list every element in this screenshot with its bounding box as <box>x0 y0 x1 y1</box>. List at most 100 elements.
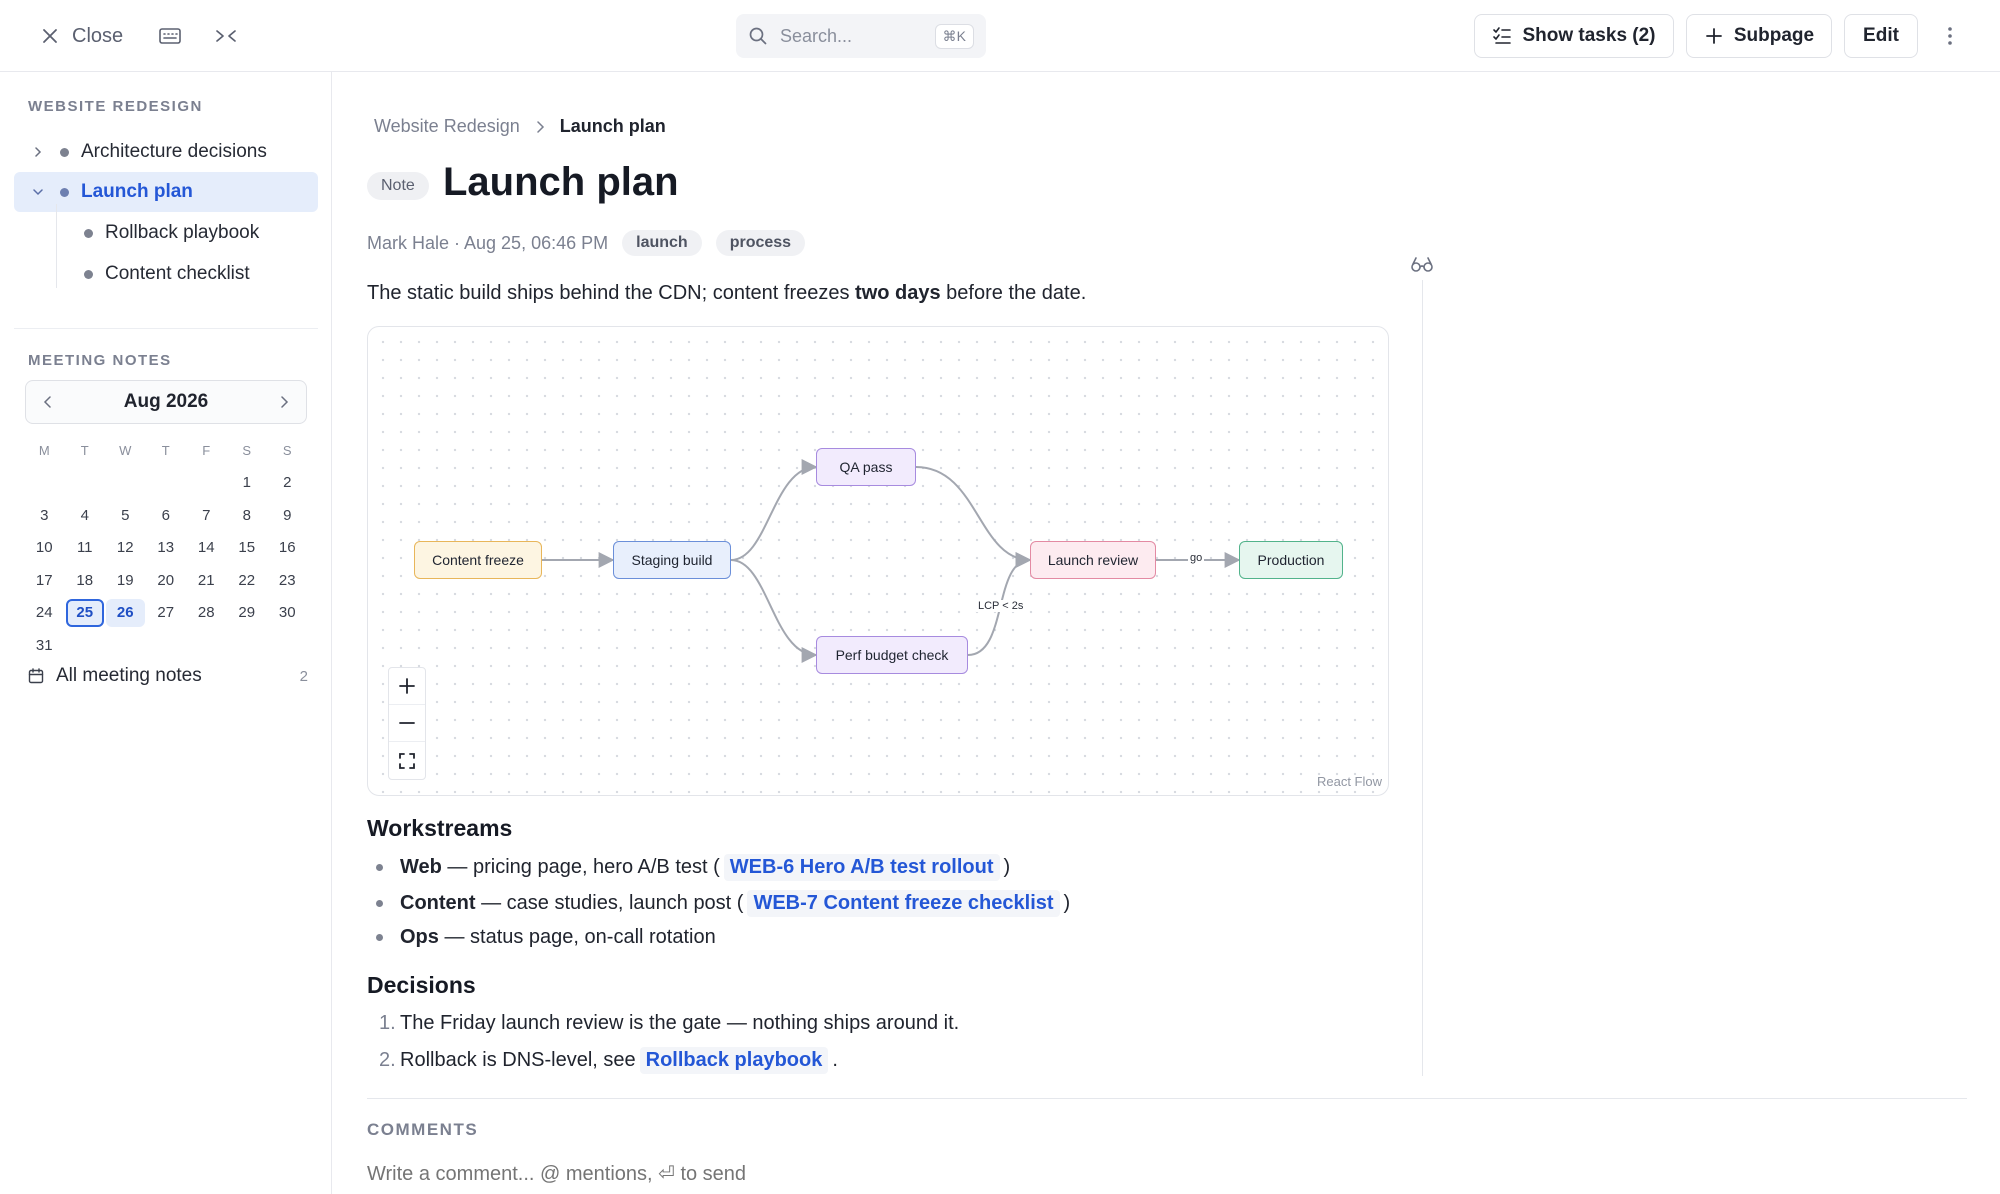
chevron-left-icon <box>43 396 51 408</box>
calendar-day[interactable]: 29 <box>228 599 267 628</box>
node-content-freeze[interactable]: Content freeze <box>414 541 542 579</box>
collapse-icon <box>216 30 236 42</box>
link-web-7[interactable]: WEB-7 Content freeze checklist <box>747 890 1060 917</box>
calendar-day[interactable]: 20 <box>147 566 186 595</box>
calendar-day[interactable]: 28 <box>187 599 226 628</box>
list-item-close: ) <box>1063 892 1071 914</box>
reading-glasses-icon[interactable] <box>1410 254 1434 274</box>
calendar-day[interactable]: 19 <box>106 566 145 595</box>
sidebar-item-architecture-decisions[interactable]: Architecture decisions <box>14 132 318 172</box>
note-type-badge: Note <box>367 172 429 200</box>
breadcrumb: Website Redesign Launch plan <box>374 116 666 137</box>
calendar-empty-cell <box>187 469 226 498</box>
edge-qa-review <box>915 466 1032 568</box>
flow-diagram[interactable]: Content freeze Staging build QA pass Per… <box>367 326 1389 796</box>
calendar-day[interactable]: 25 <box>65 598 104 627</box>
comments-divider <box>367 1098 1967 1099</box>
sidebar-item-content-checklist[interactable]: Content checklist <box>14 254 318 294</box>
search-box[interactable]: Search... ⌘K <box>736 14 986 58</box>
search-placeholder: Search... <box>780 25 853 46</box>
all-meeting-notes-link[interactable]: All meeting notes 2 <box>28 660 308 692</box>
calendar-day[interactable]: 5 <box>106 501 145 530</box>
tag-launch[interactable]: launch <box>622 230 702 256</box>
add-subpage-button[interactable]: Subpage <box>1686 14 1832 58</box>
task-list-icon <box>1493 27 1512 44</box>
node-production[interactable]: Production <box>1239 541 1343 579</box>
calendar-day[interactable]: 7 <box>187 501 226 530</box>
calendar-day[interactable]: 11 <box>66 534 105 563</box>
close-button[interactable]: Close <box>40 20 123 52</box>
node-qa-pass[interactable]: QA pass <box>816 448 916 486</box>
fit-view-icon <box>399 752 415 769</box>
intro-bold: two days <box>855 282 941 304</box>
comment-input[interactable] <box>367 1163 1167 1186</box>
link-web-6[interactable]: WEB-6 Hero A/B test rollout <box>723 854 1000 881</box>
more-vertical-icon <box>1948 27 1952 45</box>
node-staging-build[interactable]: Staging build <box>613 541 731 579</box>
calendar-day[interactable]: 8 <box>228 501 267 530</box>
calendar-day[interactable]: 16 <box>268 534 307 563</box>
calendar-day[interactable]: 3 <box>25 501 64 530</box>
intro-text: The static build ships behind the CDN; c… <box>367 282 856 304</box>
breadcrumb-parent[interactable]: Website Redesign <box>374 116 520 137</box>
sidebar-item-rollback-playbook[interactable]: Rollback playbook <box>14 213 318 253</box>
weekday-label: T <box>161 442 170 458</box>
list-item-text: Rollback is DNS-level, see <box>400 1049 636 1071</box>
calendar-day[interactable]: 24 <box>25 599 64 628</box>
sidebar-item-launch-plan[interactable]: Launch plan <box>14 172 318 212</box>
zoom-out-button[interactable] <box>389 705 425 742</box>
list-item-text: — case studies, launch post ( <box>475 892 744 914</box>
calendar-day[interactable]: 22 <box>228 566 267 595</box>
calendar-icon <box>28 668 44 684</box>
bullet-icon <box>367 900 400 907</box>
weekday-label: M <box>38 442 50 458</box>
chevron-down-icon[interactable] <box>26 180 50 204</box>
keyboard-shortcuts-button[interactable] <box>156 22 184 50</box>
more-options-button[interactable] <box>1936 22 1964 50</box>
page-dot-icon <box>60 147 69 157</box>
calendar-day[interactable]: 18 <box>66 566 105 595</box>
all-notes-count: 2 <box>299 667 308 685</box>
edit-button[interactable]: Edit <box>1844 14 1918 58</box>
calendar-day[interactable]: 21 <box>187 566 226 595</box>
calendar-day[interactable]: 9 <box>268 501 307 530</box>
edge-label-go: go <box>1188 552 1205 564</box>
calendar-day[interactable]: 4 <box>66 501 105 530</box>
calendar-day[interactable]: 27 <box>147 599 186 628</box>
weekday-label: S <box>242 442 252 458</box>
chevron-right-icon[interactable] <box>26 140 50 164</box>
calendar-day[interactable]: 23 <box>268 566 307 595</box>
prev-month-button[interactable] <box>36 390 60 414</box>
calendar-grid: M T W T F S S 1 2 3 4 5 6 7 8 9 10 11 12 13 14 15 16 17 18 19 20 21… <box>24 434 314 662</box>
calendar-day[interactable]: 10 <box>25 534 64 563</box>
list-item-bold: Web <box>400 856 442 878</box>
calendar-day[interactable]: 14 <box>187 534 226 563</box>
show-tasks-button[interactable]: Show tasks (2) <box>1474 14 1674 58</box>
zoom-in-button[interactable] <box>389 668 425 705</box>
calendar-day[interactable]: 6 <box>147 501 186 530</box>
tag-process[interactable]: process <box>715 230 806 256</box>
workstreams-heading: Workstreams <box>367 815 513 841</box>
node-launch-review[interactable]: Launch review <box>1030 541 1156 579</box>
calendar-day[interactable]: 1 <box>228 469 267 498</box>
calendar-day[interactable]: 30 <box>268 599 307 628</box>
calendar-day[interactable]: 26 <box>106 598 145 627</box>
calendar-day[interactable]: 17 <box>25 566 64 595</box>
node-perf-budget-check[interactable]: Perf budget check <box>816 636 968 674</box>
sidebar-divider <box>14 328 318 329</box>
close-label: Close <box>72 24 124 47</box>
flow-attribution[interactable]: React Flow <box>1317 774 1382 789</box>
calendar-day[interactable]: 31 <box>25 631 64 660</box>
calendar-day[interactable]: 2 <box>268 469 307 498</box>
list-item-text: — status page, on-call rotation <box>438 926 716 948</box>
meeting-notes-title: MEETING NOTES <box>28 352 172 369</box>
list-item: 2. Rollback is DNS-level, see Rollback pl… <box>367 1047 838 1074</box>
top-bar: Close Search... ⌘K Show tasks (2) Subpag… <box>0 0 2000 72</box>
calendar-day[interactable]: 15 <box>228 534 267 563</box>
link-rollback-playbook[interactable]: Rollback playbook <box>639 1047 829 1074</box>
next-month-button[interactable] <box>272 390 296 414</box>
calendar-day[interactable]: 13 <box>147 534 186 563</box>
collapse-sidebar-button[interactable] <box>212 22 240 50</box>
fit-view-button[interactable] <box>389 742 425 779</box>
calendar-day[interactable]: 12 <box>106 534 145 563</box>
